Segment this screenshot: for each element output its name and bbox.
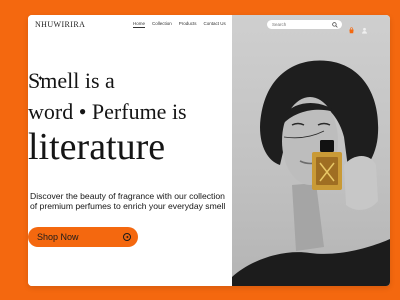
shop-now-label: Shop Now (37, 232, 79, 242)
shop-now-button[interactable]: Shop Now (28, 227, 138, 247)
arrow-right-circle-icon (123, 233, 131, 241)
headline-line-3: literature (28, 126, 166, 168)
hero-description: Discover the beauty of fragrance with ou… (30, 190, 226, 212)
hero-photo-panel (232, 15, 390, 286)
hero-text-panel: NHUWIRIRA Home Collection Products Conta… (28, 15, 232, 286)
landing-card: NHUWIRIRA Home Collection Products Conta… (28, 15, 390, 286)
nav-item-products[interactable]: Products (179, 21, 197, 28)
headline-line-2: word • Perfume is (28, 99, 187, 124)
nav-item-collection[interactable]: Collection (152, 21, 172, 28)
headline-line-1: Smell is a (28, 68, 115, 93)
nav-item-contact-us[interactable]: Contact Us (204, 21, 226, 28)
brand-logo[interactable]: NHUWIRIRA (35, 20, 85, 29)
nav-item-home[interactable]: Home (133, 21, 146, 28)
model-holding-perfume-photo (232, 60, 390, 286)
main-nav: Home Collection Products Contact Us (133, 21, 226, 28)
